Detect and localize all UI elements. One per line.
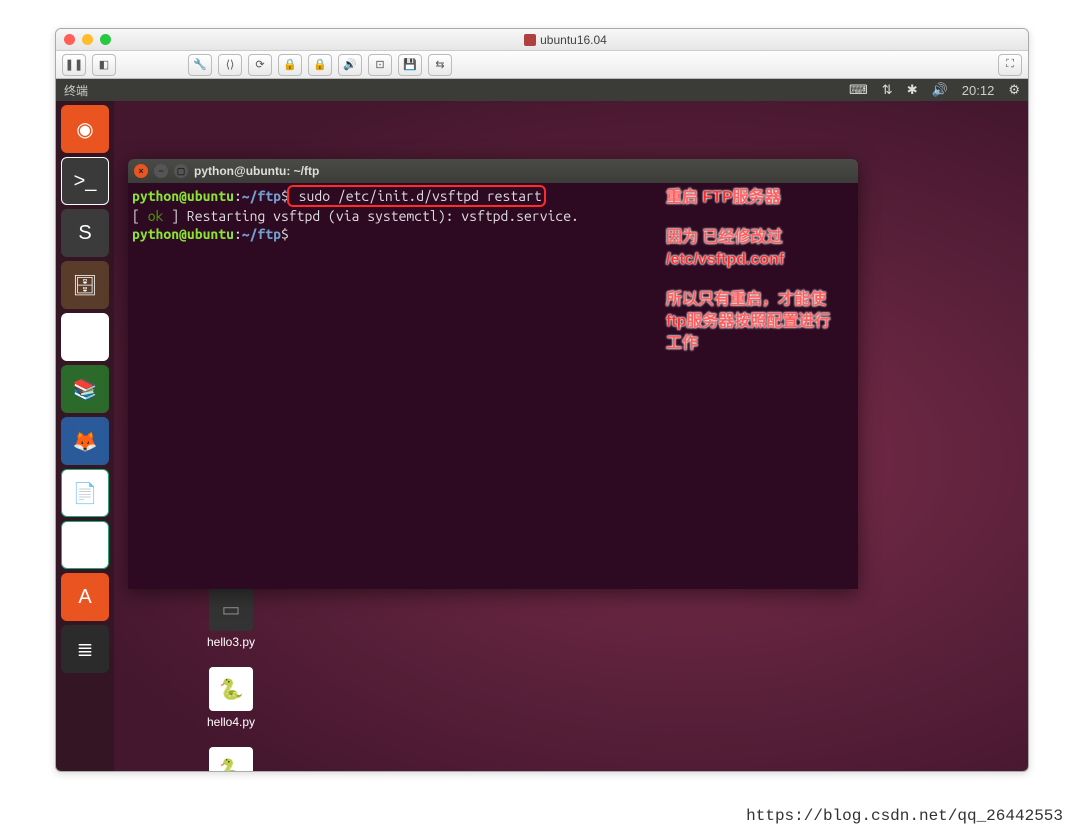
prompt-colon: :: [234, 188, 242, 204]
volume-icon[interactable]: 🔊: [932, 82, 948, 98]
unity-launcher: ◉ >_ S 🗄 ◯ 📚 🦊 📄 ▦ A ≣: [56, 101, 114, 771]
chrome-launcher-icon[interactable]: ◯: [61, 313, 109, 361]
file-label: hello4.py: [196, 715, 266, 729]
files-launcher-icon[interactable]: 🗄: [61, 261, 109, 309]
term-maximize-icon[interactable]: ▢: [174, 164, 188, 178]
usb-button[interactable]: ⊡: [368, 54, 392, 76]
annotation-line-2: 因为 已经修改过 /etc/vsftpd.conf: [666, 227, 836, 271]
settings-button[interactable]: 🔧: [188, 54, 212, 76]
disk-button[interactable]: ⟳: [248, 54, 272, 76]
vm-toolbar: ❚❚ ◧ 🔧 ⟨⟩ ⟳ 🔒 🔒 🔊 ⊡ 💾 ⇆ ⛶: [56, 51, 1028, 79]
prompt-user: python: [132, 226, 179, 242]
title-text: ubuntu16.04: [540, 33, 607, 47]
software-launcher-icon[interactable]: A: [61, 573, 109, 621]
keyboard-icon[interactable]: ⌨: [849, 82, 868, 98]
writer-launcher-icon[interactable]: 📄: [61, 469, 109, 517]
ubuntu-desktop: 终端 ⌨ ⇅ ✱ 🔊 20:12 ⚙ ◉ >_ S 🗄 ◯ 📚 🦊 📄 ▦ A …: [56, 79, 1028, 771]
vm-host-window: ubuntu16.04 ❚❚ ◧ 🔧 ⟨⟩ ⟳ 🔒 🔒 🔊 ⊡ 💾 ⇆ ⛶ 终端…: [55, 28, 1029, 772]
watermark: https://blog.csdn.net/qq_26442553: [746, 807, 1063, 825]
desktop-file-hello3[interactable]: ▭ hello3.py: [196, 587, 266, 649]
prompt-dollar: $: [281, 226, 289, 242]
floppy-button[interactable]: 💾: [398, 54, 422, 76]
desktop-file-hello4[interactable]: 🐍 hello4.py: [196, 667, 266, 729]
file-label: hello3.py: [196, 635, 266, 649]
lock1-button[interactable]: 🔒: [278, 54, 302, 76]
mac-traffic-lights: [64, 34, 111, 45]
network-icon[interactable]: ⇅: [882, 82, 893, 98]
file-icon: ▭: [209, 587, 253, 631]
ubuntu-menubar: 终端 ⌨ ⇅ ✱ 🔊 20:12 ⚙: [56, 79, 1028, 101]
share-button[interactable]: ⇆: [428, 54, 452, 76]
active-app-name: 终端: [64, 82, 849, 99]
snapshot-button[interactable]: ◧: [92, 54, 116, 76]
desktop-file-partial[interactable]: 🐍: [196, 747, 266, 771]
lock2-button[interactable]: 🔒: [308, 54, 332, 76]
clock[interactable]: 20:12: [962, 83, 995, 98]
bluetooth-icon[interactable]: ✱: [907, 82, 918, 98]
calc-launcher-icon[interactable]: ▦: [61, 521, 109, 569]
term-minimize-icon[interactable]: −: [154, 164, 168, 178]
zoom-icon[interactable]: [100, 34, 111, 45]
dash-icon[interactable]: ◉: [61, 105, 109, 153]
trash-launcher-icon[interactable]: ≣: [61, 625, 109, 673]
vm-icon: [524, 34, 536, 46]
out-pre: [: [132, 208, 148, 224]
prompt-host: ubuntu: [187, 188, 234, 204]
network-button[interactable]: ⟨⟩: [218, 54, 242, 76]
close-icon[interactable]: [64, 34, 75, 45]
term-close-icon[interactable]: ×: [134, 164, 148, 178]
python-file-icon: 🐍: [209, 667, 253, 711]
prompt-colon: :: [234, 226, 242, 242]
terminal-launcher-icon[interactable]: >_: [61, 157, 109, 205]
window-title: ubuntu16.04: [111, 33, 1020, 47]
firefox-launcher-icon[interactable]: 🦊: [61, 417, 109, 465]
terminal-titlebar[interactable]: × − ▢ python@ubuntu: ~/ftp: [128, 159, 858, 183]
python-file-icon: 🐍: [209, 747, 253, 771]
minimize-icon[interactable]: [82, 34, 93, 45]
books-launcher-icon[interactable]: 📚: [61, 365, 109, 413]
fullscreen-button[interactable]: ⛶: [998, 54, 1022, 76]
prompt-at: @: [179, 226, 187, 242]
annotation-line-3: 所以只有重启，才能使ftp服务器按照配置进行工作: [666, 289, 836, 355]
gear-icon[interactable]: ⚙: [1008, 82, 1020, 98]
prompt-path: ~/ftp: [242, 226, 281, 242]
prompt-host: ubuntu: [187, 226, 234, 242]
sound-button[interactable]: 🔊: [338, 54, 362, 76]
prompt-at: @: [179, 188, 187, 204]
terminal-title: python@ubuntu: ~/ftp: [194, 164, 319, 178]
annotation-line-1: 重启 FTP服务器: [666, 187, 836, 209]
sublime-launcher-icon[interactable]: S: [61, 209, 109, 257]
out-ok: ok: [148, 208, 164, 224]
out-post: ] Restarting vsftpd (via systemctl): vsf…: [163, 208, 579, 224]
pause-button[interactable]: ❚❚: [62, 54, 86, 76]
command-highlight-box: sudo /etc/init.d/vsftpd restart: [287, 185, 546, 207]
cursor-line: [289, 226, 297, 242]
annotation-overlay: 重启 FTP服务器 因为 已经修改过 /etc/vsftpd.conf 所以只有…: [666, 187, 836, 355]
prompt-user: python: [132, 188, 179, 204]
command-1: sudo /etc/init.d/vsftpd restart: [291, 188, 542, 204]
prompt-path: ~/ftp: [242, 188, 281, 204]
mac-titlebar: ubuntu16.04: [56, 29, 1028, 51]
